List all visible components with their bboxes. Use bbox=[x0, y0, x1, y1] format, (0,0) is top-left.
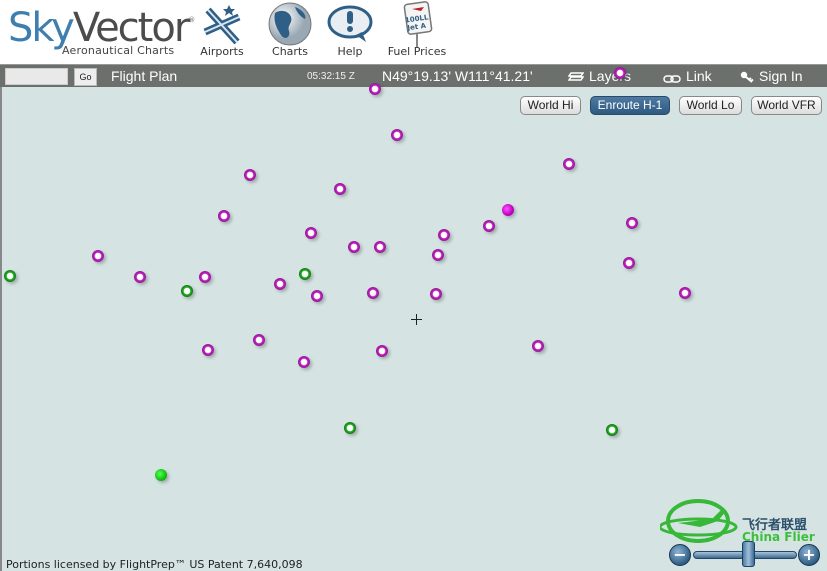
airport-marker[interactable] bbox=[348, 241, 360, 253]
airport-marker[interactable] bbox=[4, 270, 16, 282]
utc-clock: 05:32:15 Z bbox=[307, 71, 355, 82]
airport-marker[interactable] bbox=[305, 227, 317, 239]
airport-marker[interactable] bbox=[334, 183, 346, 195]
airport-marker[interactable] bbox=[244, 169, 256, 181]
logo-subtitle: Aeronautical Charts bbox=[62, 44, 175, 57]
airport-marker[interactable] bbox=[274, 278, 286, 290]
airport-marker[interactable] bbox=[374, 241, 386, 253]
airport-marker[interactable] bbox=[218, 210, 230, 222]
skyvector-logo[interactable]: SkyVector® Aeronautical Charts bbox=[8, 6, 195, 57]
airport-runway-icon bbox=[192, 2, 252, 46]
airport-marker[interactable] bbox=[344, 422, 356, 434]
chart-world-lo-button[interactable]: World Lo bbox=[679, 96, 742, 115]
airport-marker[interactable] bbox=[679, 287, 691, 299]
airport-marker[interactable] bbox=[376, 345, 388, 357]
key-icon bbox=[740, 71, 754, 83]
license-text: Portions licensed by FlightPrep™ US Pate… bbox=[6, 558, 303, 571]
nav-help-label: Help bbox=[337, 45, 363, 58]
airport-marker[interactable] bbox=[311, 290, 323, 302]
airport-marker[interactable] bbox=[181, 285, 193, 297]
nav-fuel-prices-label: Fuel Prices bbox=[387, 45, 447, 58]
airport-marker[interactable] bbox=[391, 129, 403, 141]
airport-marker[interactable] bbox=[626, 217, 638, 229]
airport-marker[interactable] bbox=[298, 356, 310, 368]
airport-marker[interactable] bbox=[92, 250, 104, 262]
nav-charts[interactable]: Charts bbox=[260, 2, 320, 58]
airport-marker[interactable] bbox=[614, 67, 626, 79]
airport-marker[interactable] bbox=[623, 257, 635, 269]
airport-marker[interactable] bbox=[432, 249, 444, 261]
nav-airports-label: Airports bbox=[200, 45, 244, 58]
link-label: Link bbox=[686, 68, 712, 84]
airport-marker[interactable] bbox=[606, 424, 618, 436]
nav-help[interactable]: Help bbox=[320, 2, 380, 58]
chart-world-vfr-button[interactable]: World VFR bbox=[751, 96, 822, 115]
nav-airports[interactable]: Airports bbox=[192, 2, 252, 58]
sign-in-label: Sign In bbox=[759, 68, 803, 84]
globe-icon bbox=[260, 2, 320, 46]
sign-in-button[interactable]: Sign In bbox=[740, 68, 803, 84]
flight-plan-button[interactable]: Flight Plan bbox=[111, 68, 177, 84]
chart-world-hi-button[interactable]: World Hi bbox=[520, 96, 581, 115]
link-icon bbox=[663, 75, 681, 83]
link-button[interactable]: Link bbox=[663, 68, 712, 84]
zoom-in-button[interactable]: + bbox=[798, 544, 820, 566]
nav-fuel-prices[interactable]: 100LL Jet A Fuel Prices bbox=[387, 1, 447, 58]
airport-marker[interactable] bbox=[483, 220, 495, 232]
airport-marker[interactable] bbox=[253, 334, 265, 346]
zoom-out-button[interactable]: − bbox=[669, 544, 691, 566]
search-input[interactable] bbox=[5, 68, 68, 85]
airport-marker[interactable] bbox=[299, 268, 311, 280]
go-button[interactable]: Go bbox=[74, 68, 97, 86]
airport-marker[interactable] bbox=[369, 83, 381, 95]
zoom-slider-thumb[interactable] bbox=[742, 541, 755, 567]
airport-marker[interactable] bbox=[438, 229, 450, 241]
airport-marker[interactable] bbox=[155, 469, 167, 481]
header: SkyVector® Aeronautical Charts Airports … bbox=[0, 0, 827, 64]
cursor-coordinates: N49°19.13' W111°41.21' bbox=[382, 68, 533, 84]
airport-marker[interactable] bbox=[199, 271, 211, 283]
map-center-crosshair bbox=[411, 314, 422, 325]
airport-marker[interactable] bbox=[502, 204, 514, 216]
fuel-sign-icon: 100LL Jet A bbox=[387, 1, 447, 47]
china-flier-logo bbox=[658, 497, 742, 551]
toolbar: Go Flight Plan 05:32:15 Z N49°19.13' W11… bbox=[0, 64, 827, 87]
airport-marker[interactable] bbox=[430, 288, 442, 300]
help-bubble-icon bbox=[320, 2, 380, 46]
chart-enroute-h1-button[interactable]: Enroute H-1 bbox=[590, 96, 670, 115]
airport-marker[interactable] bbox=[134, 271, 146, 283]
airport-marker[interactable] bbox=[563, 158, 575, 170]
airport-marker[interactable] bbox=[532, 340, 544, 352]
layers-icon bbox=[568, 72, 584, 81]
airport-marker[interactable] bbox=[367, 287, 379, 299]
airport-marker[interactable] bbox=[202, 344, 214, 356]
